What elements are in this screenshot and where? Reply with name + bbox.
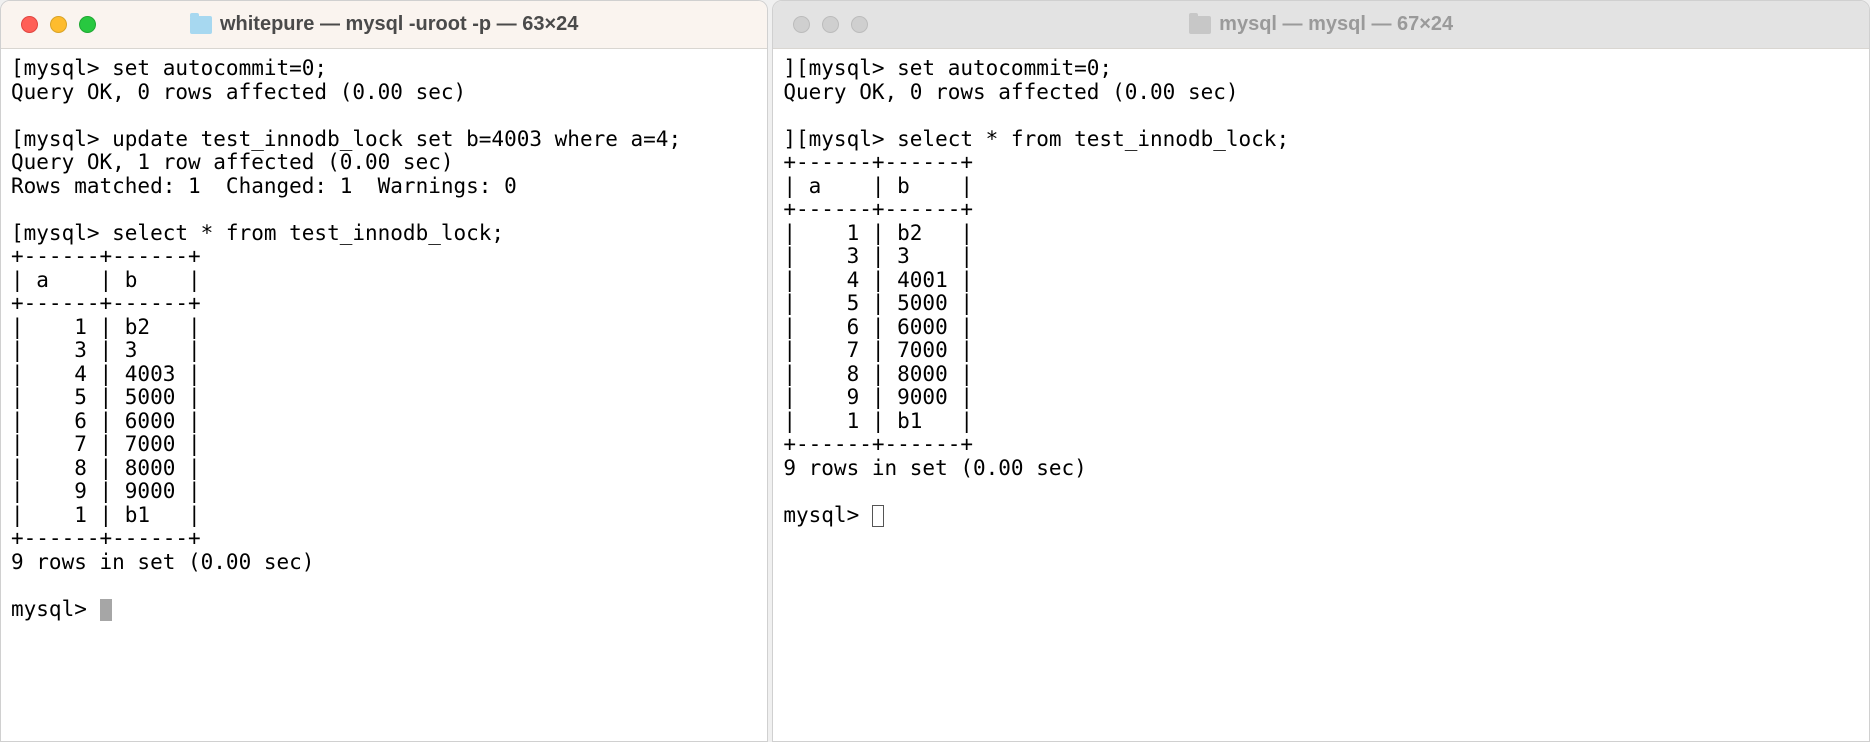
terminal-body-right[interactable]: ][mysql> set autocommit=0; Query OK, 0 r…: [773, 49, 1869, 741]
terminal-line: Rows matched: 1 Changed: 1 Warnings: 0: [11, 174, 517, 198]
terminal-line: | a | b |: [783, 174, 973, 198]
cursor-icon: [100, 599, 112, 621]
terminal-line: | 1 | b2 |: [11, 315, 201, 339]
terminal-line: +------+------+: [11, 291, 201, 315]
window-title-text: mysql — mysql — 67×24: [1219, 13, 1453, 36]
traffic-lights: [793, 16, 868, 33]
close-icon[interactable]: [793, 16, 810, 33]
terminal-line: | 9 | 9000 |: [783, 385, 973, 409]
terminal-line: ][mysql> set autocommit=0;: [783, 56, 1112, 80]
terminal-prompt[interactable]: mysql>: [783, 503, 872, 527]
terminal-line: [mysql> update test_innodb_lock set b=40…: [11, 127, 681, 151]
window-title-text: whitepure — mysql -uroot -p — 63×24: [220, 13, 578, 36]
terminal-line: | 3 | 3 |: [11, 338, 201, 362]
terminal-line: | 5 | 5000 |: [11, 385, 201, 409]
terminal-line: | 3 | 3 |: [783, 244, 973, 268]
terminal-prompt[interactable]: mysql>: [11, 597, 100, 621]
terminal-line: | 8 | 8000 |: [11, 456, 201, 480]
terminal-line: Query OK, 1 row affected (0.00 sec): [11, 150, 454, 174]
cursor-icon: [872, 505, 884, 527]
terminal-line: | 6 | 6000 |: [783, 315, 973, 339]
terminal-line: | 6 | 6000 |: [11, 409, 201, 433]
terminal-window-left: whitepure — mysql -uroot -p — 63×24 [mys…: [0, 0, 768, 742]
minimize-icon[interactable]: [50, 16, 67, 33]
terminal-line: | 9 | 9000 |: [11, 479, 201, 503]
terminal-line: | 4 | 4003 |: [11, 362, 201, 386]
terminal-line: 9 rows in set (0.00 sec): [783, 456, 1086, 480]
folder-icon: [1189, 16, 1211, 34]
terminal-window-right: mysql — mysql — 67×24 ][mysql> set autoc…: [772, 0, 1870, 742]
titlebar-right[interactable]: mysql — mysql — 67×24: [773, 1, 1869, 49]
terminal-line: | 1 | b2 |: [783, 221, 973, 245]
titlebar-left[interactable]: whitepure — mysql -uroot -p — 63×24: [1, 1, 767, 49]
terminal-line: [mysql> set autocommit=0;: [11, 56, 327, 80]
minimize-icon[interactable]: [822, 16, 839, 33]
folder-icon: [190, 16, 212, 34]
terminal-line: +------+------+: [783, 150, 973, 174]
terminal-line: +------+------+: [783, 432, 973, 456]
terminal-line: Query OK, 0 rows affected (0.00 sec): [783, 80, 1238, 104]
window-title-right: mysql — mysql — 67×24: [773, 13, 1869, 36]
terminal-line: +------+------+: [783, 197, 973, 221]
terminal-line: +------+------+: [11, 244, 201, 268]
terminal-line: | 8 | 8000 |: [783, 362, 973, 386]
terminal-body-left[interactable]: [mysql> set autocommit=0; Query OK, 0 ro…: [1, 49, 767, 741]
terminal-line: +------+------+: [11, 526, 201, 550]
terminal-line: | 1 | b1 |: [11, 503, 201, 527]
maximize-icon[interactable]: [79, 16, 96, 33]
terminal-line: | 1 | b1 |: [783, 409, 973, 433]
terminal-line: Query OK, 0 rows affected (0.00 sec): [11, 80, 466, 104]
terminal-line: | 7 | 7000 |: [11, 432, 201, 456]
maximize-icon[interactable]: [851, 16, 868, 33]
terminal-line: | 4 | 4001 |: [783, 268, 973, 292]
traffic-lights: [21, 16, 96, 33]
window-title-left: whitepure — mysql -uroot -p — 63×24: [1, 13, 767, 36]
terminal-line: 9 rows in set (0.00 sec): [11, 550, 314, 574]
terminal-line: | 7 | 7000 |: [783, 338, 973, 362]
terminal-line: [mysql> select * from test_innodb_lock;: [11, 221, 504, 245]
terminal-line: ][mysql> select * from test_innodb_lock;: [783, 127, 1289, 151]
terminal-line: | a | b |: [11, 268, 201, 292]
terminal-line: | 5 | 5000 |: [783, 291, 973, 315]
close-icon[interactable]: [21, 16, 38, 33]
